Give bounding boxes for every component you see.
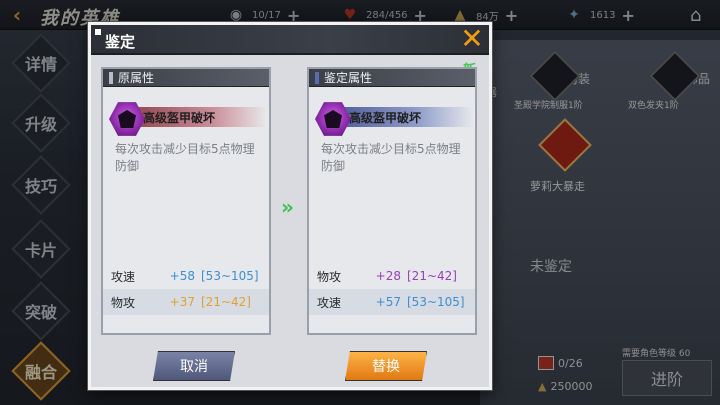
identified-stat-row: 物攻 +28 [21~42] <box>317 269 457 284</box>
original-skill-name: 高级盔甲破坏 <box>143 111 216 125</box>
original-stat-row: 攻速 +58 [53~105] <box>111 269 259 284</box>
double-chevron-right-icon: » <box>281 195 294 219</box>
original-skill: 高级盔甲破坏 <box>103 101 269 136</box>
original-header: 原属性 <box>118 71 155 85</box>
original-skill-desc: 每次攻击减少目标5点物理防御 <box>115 142 255 173</box>
original-attributes-panel: 原属性 高级盔甲破坏 每次攻击减少目标5点物理防御 攻速 +58 [53~105… <box>101 67 271 335</box>
identified-skill: 高级盔甲破坏 <box>309 101 475 136</box>
identified-attributes-panel: 鉴定属性 高级盔甲破坏 每次攻击减少目标5点物理防御 物攻 +28 [21~42… <box>307 67 477 335</box>
identified-header: 鉴定属性 <box>324 71 373 85</box>
dialog-title: 鉴定 <box>105 33 136 51</box>
identified-skill-desc: 每次攻击减少目标5点物理防御 <box>321 142 461 173</box>
close-icon[interactable]: ✕ <box>459 25 485 53</box>
dialog-header: 鉴定 ✕ <box>91 25 489 55</box>
cancel-button[interactable]: 取消 <box>153 351 235 381</box>
identified-skill-name: 高级盔甲破坏 <box>349 111 422 125</box>
identify-dialog: 鉴定 ✕ 新 原属性 高级盔甲破坏 每次攻击减少目标5点物理防御 攻速 +58 … <box>88 22 492 390</box>
identified-stat-row: 攻速 +57 [53~105] <box>309 289 475 315</box>
original-stat-row: 物攻 +37 [21~42] <box>103 289 269 315</box>
replace-button[interactable]: 替换 <box>345 351 427 381</box>
